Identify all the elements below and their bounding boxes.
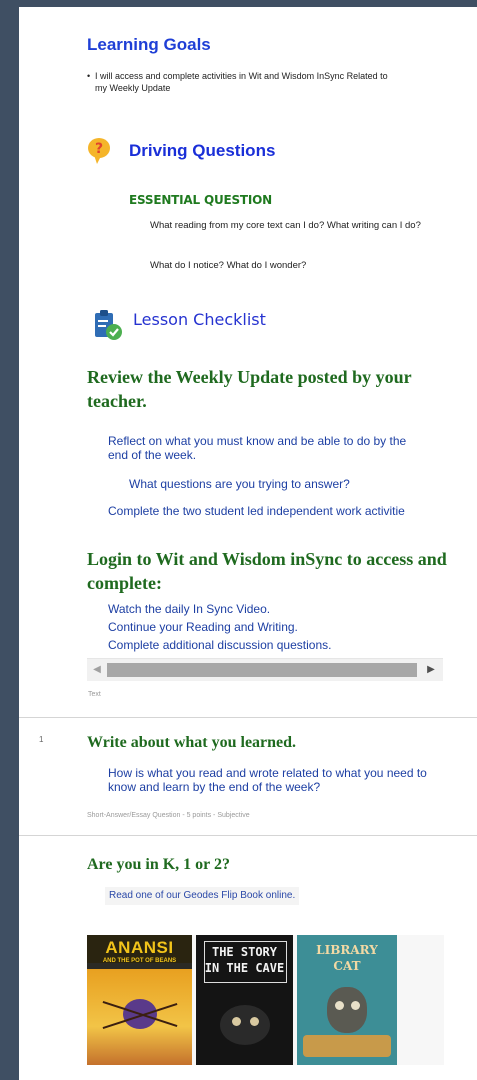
review-item-reflect: Reflect on what you must know and be abl… (108, 434, 407, 462)
bullet-icon: • (87, 71, 91, 81)
book-subtitle: IN THE CAVE (204, 961, 285, 975)
review-item-questions: What questions are you trying to answer? (129, 477, 350, 491)
horizontal-scrollbar[interactable]: ◀ ▶ (87, 658, 443, 681)
flip-book-link[interactable]: Read one of our Geodes Flip Book online. (105, 887, 300, 905)
learning-goals-heading: Learning Goals (87, 35, 211, 54)
section-divider (19, 835, 477, 836)
question-bubble-icon: ? (88, 138, 110, 164)
book-subtitle: AND THE POT OF BEANS (102, 958, 177, 964)
section-divider (19, 717, 477, 718)
driving-questions-heading: Driving Questions (129, 141, 276, 160)
essential-question-label: ESSENTIAL QUESTION (129, 193, 273, 207)
assignment-page: Learning Goals • I will access and compl… (19, 7, 477, 1080)
svg-text:?: ? (95, 141, 103, 157)
flip-book-covers: ANANSI AND THE POT OF BEANS THE STORY IN… (87, 935, 444, 1065)
book-cover-story-in-the-cave[interactable]: THE STORY IN THE CAVE (196, 935, 293, 1065)
question-prompt: How is what you read and wrote related t… (108, 766, 427, 794)
book-title: ANANSI (105, 938, 174, 957)
book-title: LIBRARY (316, 943, 378, 957)
learning-goal-item: • I will access and complete activities … (87, 70, 395, 94)
clipboard-check-icon (95, 310, 122, 340)
learning-goal-text: I will access and complete activities in… (95, 71, 388, 93)
login-item-discussion: Complete additional discussion questions… (108, 638, 332, 652)
question-meta: Short-Answer/Essay Question - 5 points -… (87, 812, 250, 819)
book-subtitle: CAT (333, 959, 361, 973)
login-item-video: Watch the daily In Sync Video. (108, 602, 271, 616)
item-type-label: Text (88, 691, 101, 698)
essential-question-1: What reading from my core text can I do?… (150, 220, 421, 231)
login-item-reading: Continue your Reading and Writing. (108, 620, 298, 634)
scroll-left-arrow-icon[interactable]: ◀ (91, 664, 103, 676)
book-title: THE STORY (211, 945, 278, 959)
review-weekly-update-heading: Review the Weekly Update posted by your … (87, 367, 412, 411)
lesson-checklist-heading: Lesson Checklist (133, 310, 266, 329)
question-number: 1 (39, 735, 44, 744)
question-heading: Write about what you learned. (87, 734, 297, 751)
login-heading: Login to Wit and Wisdom inSync to access… (87, 549, 447, 593)
scrollbar-thumb[interactable] (107, 663, 417, 677)
book-cover-library-cat[interactable]: LIBRARY CAT (297, 935, 397, 1065)
essential-question-2: What do I notice? What do I wonder? (150, 260, 307, 271)
scroll-right-arrow-icon[interactable]: ▶ (425, 664, 437, 676)
book-cover-anansi[interactable]: ANANSI AND THE POT OF BEANS (87, 935, 192, 1065)
review-item-complete: Complete the two student led independent… (108, 504, 405, 518)
grade-level-heading: Are you in K, 1 or 2? (87, 856, 230, 873)
